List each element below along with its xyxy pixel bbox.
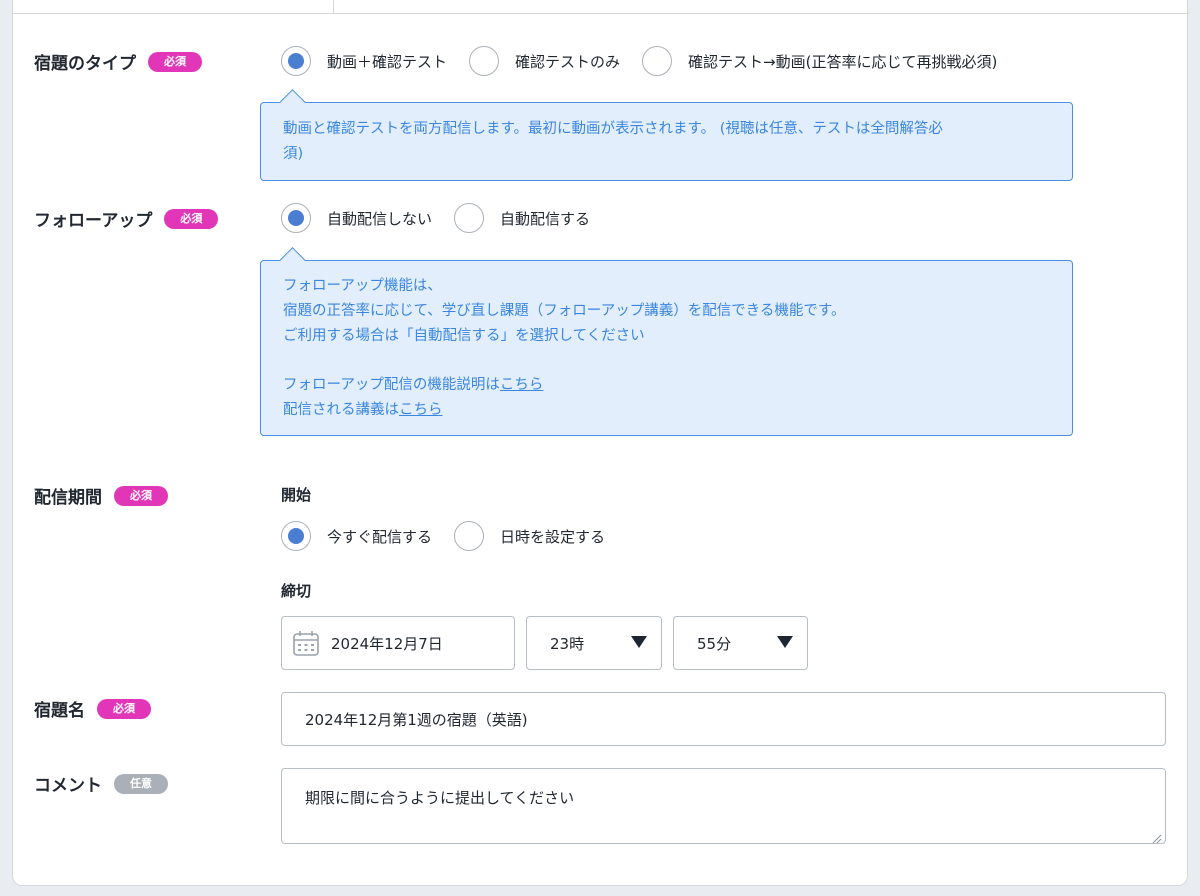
feature-description-link[interactable]: こちら: [500, 377, 544, 393]
info-line-lecture-link: 配信される講義はこちら: [283, 398, 1050, 423]
deadline-hour-value: 23時: [550, 634, 585, 653]
deadline-minute-value: 55分: [697, 634, 732, 653]
radio-indicator[interactable]: [454, 521, 485, 551]
required-badge: 必須: [148, 51, 202, 72]
radio-label: 日時を設定する: [500, 527, 606, 546]
info-text: フォローアップ配信の機能説明は: [283, 377, 500, 393]
table-header-row: [13, 0, 1189, 14]
delivery-period-label-text: 配信期間: [34, 488, 102, 508]
follow-up-radio-group: 自動配信しない 自動配信する: [281, 203, 612, 233]
comment-textarea[interactable]: 期限に間に合うように提出してください: [281, 768, 1166, 844]
dropdown-arrow-icon: [777, 636, 793, 648]
follow-up-label-text: フォローアップ: [34, 211, 153, 231]
follow-up-label: フォローアップ 必須: [34, 206, 219, 231]
comment-label-text: コメント: [34, 776, 102, 796]
radio-label: 確認テスト→動画(正答率に応じて再挑戦必須): [688, 52, 998, 71]
homework-name-value: 2024年12月第1週の宿題（英語): [305, 710, 528, 729]
homework-name-input[interactable]: 2024年12月第1週の宿題（英語): [281, 692, 1166, 746]
radio-selected-indicator[interactable]: [281, 203, 311, 233]
radio-no-auto-delivery[interactable]: 自動配信しない: [281, 203, 432, 233]
deadline-date-value: 2024年12月7日: [331, 634, 443, 653]
radio-test-only[interactable]: 確認テストのみ: [469, 46, 620, 76]
homework-type-label: 宿題のタイプ 必須: [34, 49, 202, 74]
deadline-minute-select[interactable]: 55分: [673, 616, 808, 670]
comment-value: 期限に間に合うように提出してください: [305, 789, 575, 807]
delivered-lectures-link[interactable]: こちら: [399, 402, 443, 418]
radio-selected-indicator[interactable]: [281, 46, 311, 76]
info-text: ご利用する場合は「自動配信する」を選択してください: [283, 328, 645, 344]
radio-indicator[interactable]: [469, 46, 500, 76]
required-badge: 必須: [114, 485, 168, 506]
delivery-period-label: 配信期間 必須: [34, 483, 168, 508]
start-radio-group: 今すぐ配信する 日時を設定する: [281, 521, 627, 551]
radio-label: 自動配信する: [500, 209, 591, 228]
optional-badge: 任意: [114, 773, 168, 794]
info-text: フォローアップ機能は、: [283, 278, 442, 294]
radio-label: 確認テストのみ: [515, 52, 621, 71]
radio-label: 今すぐ配信する: [327, 527, 433, 546]
follow-up-info-box: フォローアップ機能は、 宿題の正答率に応じて、学び直し課題（フォローアップ講義）…: [260, 247, 1073, 436]
comment-label: コメント 任意: [34, 771, 168, 796]
resize-handle-icon[interactable]: [1152, 830, 1162, 844]
info-text: 宿題の正答率に応じて、学び直し課題（フォローアップ講義）を配信できる機能です。: [283, 303, 846, 319]
homework-name-label-text: 宿題名: [34, 701, 85, 721]
deadline-date-picker[interactable]: 2024年12月7日: [281, 616, 515, 670]
homework-type-info-box: 動画と確認テストを両方配信します。最初に動画が表示されます。 (視聴は任意、テス…: [260, 89, 1073, 181]
radio-indicator[interactable]: [454, 203, 485, 233]
deadline-label: 締切: [281, 582, 312, 600]
radio-deliver-now[interactable]: 今すぐ配信する: [281, 521, 432, 551]
start-label: 開始: [281, 486, 312, 504]
calendar-icon: [292, 629, 320, 661]
column-divider: [333, 0, 334, 13]
radio-test-then-video[interactable]: 確認テスト→動画(正答率に応じて再挑戦必須): [642, 46, 997, 76]
dropdown-arrow-icon: [631, 636, 647, 648]
radio-auto-delivery[interactable]: 自動配信する: [454, 203, 590, 233]
homework-type-radio-group: 動画＋確認テスト 確認テストのみ 確認テスト→動画(正答率に応じて再挑戦必須): [281, 46, 1019, 76]
info-line-feature-link: フォローアップ配信の機能説明はこちら: [283, 373, 1050, 398]
radio-set-datetime[interactable]: 日時を設定する: [454, 521, 605, 551]
homework-name-label: 宿題名 必須: [34, 696, 151, 721]
required-badge: 必須: [164, 208, 219, 229]
radio-video-and-test[interactable]: 動画＋確認テスト: [281, 46, 447, 76]
deadline-hour-select[interactable]: 23時: [526, 616, 662, 670]
radio-selected-indicator[interactable]: [281, 521, 311, 551]
radio-label: 自動配信しない: [327, 209, 433, 228]
radio-label: 動画＋確認テスト: [327, 52, 448, 71]
radio-indicator[interactable]: [642, 46, 673, 76]
info-text: 動画と確認テストを両方配信します。最初に動画が表示されます。 (視聴は任意、テス…: [283, 121, 943, 137]
homework-type-label-text: 宿題のタイプ: [34, 54, 136, 74]
info-text: 須): [283, 146, 304, 162]
required-badge: 必須: [97, 698, 151, 719]
info-text: 配信される講義は: [283, 402, 399, 418]
